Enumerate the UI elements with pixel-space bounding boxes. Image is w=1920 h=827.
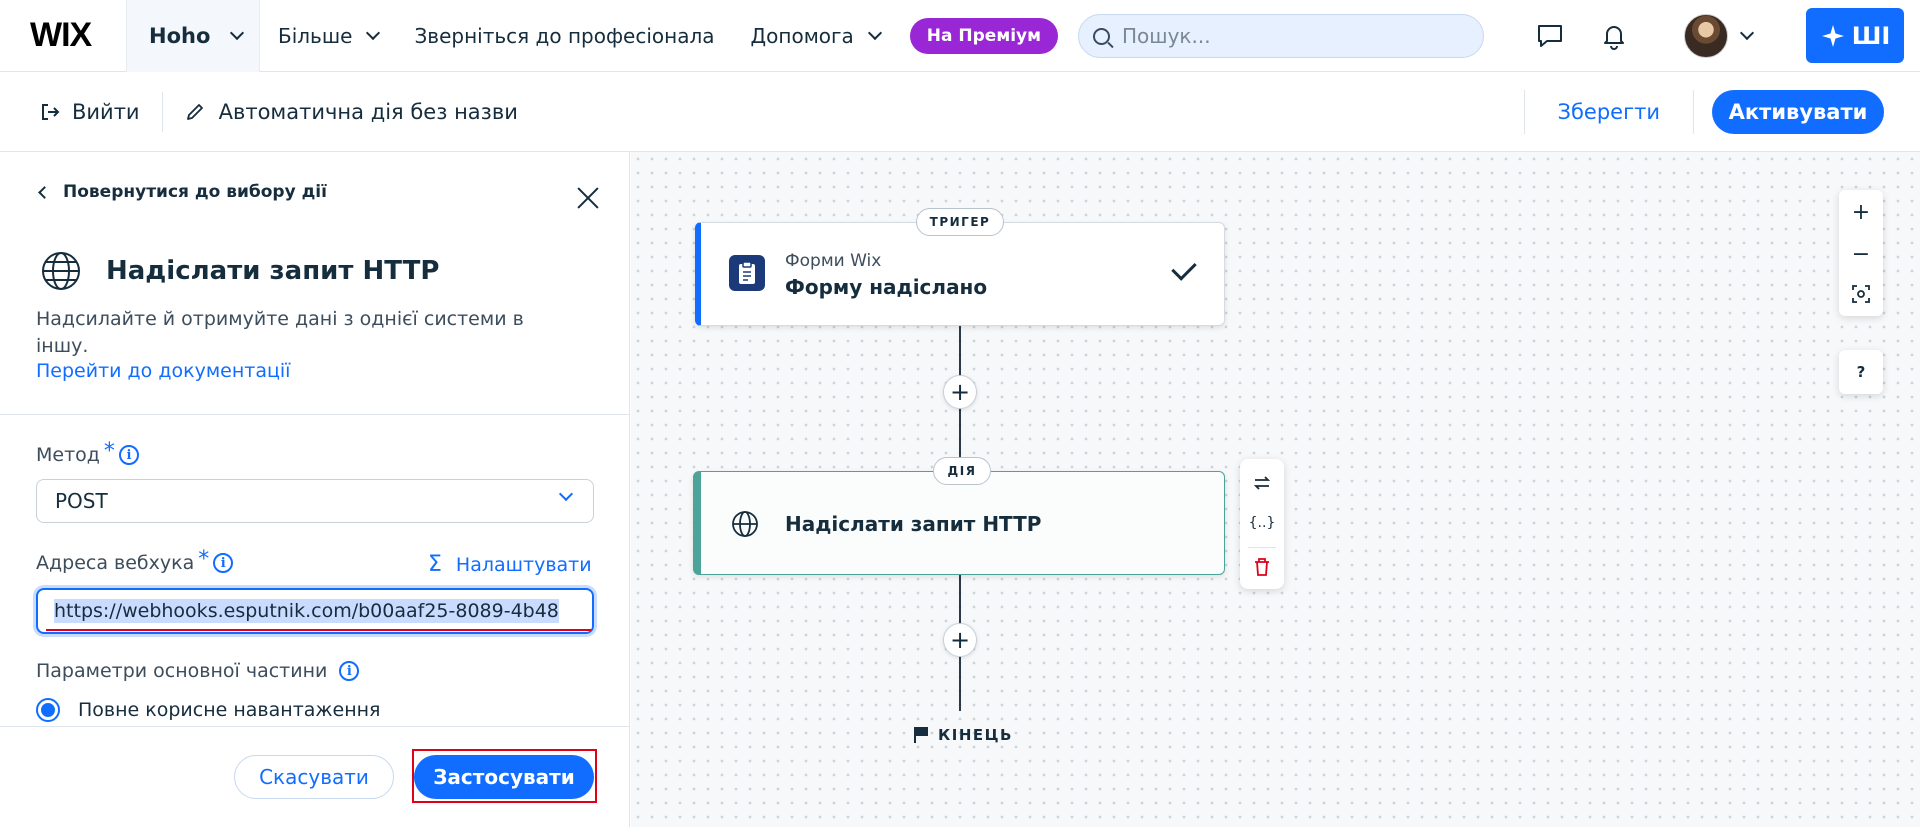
automation-title-text: Автоматична дія без назви [218,99,518,124]
trigger-badge: ТРИГЕР [916,208,1004,236]
customize-link[interactable]: Σ Налаштувати [428,552,592,577]
method-label-text: Метод [36,444,100,466]
exit-label: Вийти [72,99,140,124]
globe-icon [42,252,80,290]
chevron-down-icon [230,25,245,40]
zoom-controls: + − [1839,190,1883,316]
back-to-actions-link[interactable]: Повернутися до вибору дії [38,182,327,202]
webhook-label-text: Адреса вебхука [36,552,195,574]
webhook-label: Адреса вебхука * i [36,547,234,574]
avatar[interactable] [1684,14,1728,58]
trigger-title: Форму надіслано [785,275,988,299]
required-asterisk: * [198,546,210,572]
action-badge: ДІЯ [933,457,991,485]
footer-divider [0,726,630,727]
radio-selected[interactable] [36,698,60,722]
chevron-down-icon [558,486,574,502]
body-params-label: Параметри основної частини i [36,660,360,682]
method-select[interactable]: POST [36,479,594,523]
flag-icon [914,727,928,743]
pencil-icon [186,103,203,120]
documentation-link[interactable]: Перейти до документації [36,360,290,382]
sigma-icon: Σ [428,552,442,577]
site-selector[interactable]: Hoho [126,0,260,72]
automation-title[interactable]: Автоматична дія без назви [185,100,518,124]
bell-icon[interactable] [1598,20,1630,52]
top-bar: WIX Hoho Більше Зверніться до професіона… [0,0,1920,72]
globe-icon [732,511,758,537]
activate-button[interactable]: Активувати [1712,90,1884,134]
annotation-highlight-box [412,749,597,803]
method-value: POST [55,489,108,513]
site-name: Hoho [149,23,211,48]
info-icon[interactable]: i [339,661,360,681]
action-header: Надіслати запит HTTP [40,250,439,292]
chat-icon[interactable] [1534,20,1566,52]
annotation-underline [46,629,591,631]
action-settings-panel: Повернутися до вибору дії Надіслати запи… [0,152,630,827]
chevron-down-icon[interactable] [1739,25,1755,41]
nav-help[interactable]: Допомога [750,0,882,72]
automation-toolbar: Вийти Автоматична дія без назви Зберегти… [0,72,1920,152]
add-step-button[interactable]: + [943,623,977,657]
trigger-app-name: Форми Wix [785,251,882,271]
customize-label: Налаштувати [455,553,592,576]
body-params-label-text: Параметри основної частини [36,660,328,682]
action-title: Надіслати запит HTTP [106,256,440,286]
trigger-card[interactable]: Форми Wix Форму надіслано [695,222,1225,326]
chevron-left-icon [38,185,51,199]
trash-icon[interactable] [1240,547,1284,587]
exit-icon [42,103,60,120]
cancel-button[interactable]: Скасувати [234,755,394,799]
required-asterisk: * [103,438,115,464]
nav-help-label: Допомога [750,23,854,48]
end-label: КІНЕЦЬ [938,726,1013,744]
variables-icon[interactable]: {..} [1240,503,1284,543]
back-label: Повернутися до вибору дії [63,182,327,202]
method-label: Метод * i [36,439,139,466]
checkmark-icon [1171,255,1197,281]
save-button[interactable]: Зберегти [1523,90,1694,134]
swap-icon[interactable] [1240,463,1284,503]
nav-hire-professional-label: Зверніться до професіонала [414,23,715,48]
nav-hire-professional[interactable]: Зверніться до професіонала [414,0,714,72]
zoom-out-button[interactable]: − [1839,234,1883,274]
info-icon[interactable]: i [118,445,139,465]
search-icon [1093,27,1110,45]
wix-logo[interactable]: WIX [0,0,126,72]
help-button[interactable]: ? [1839,350,1883,394]
search-input[interactable] [1122,24,1462,48]
ai-assistant-button[interactable]: ШІ [1806,8,1904,63]
nav-more-label: Більше [278,23,353,48]
action-description: Надсилайте й отримуйте дані з однієї сис… [36,308,524,357]
action-tools: {..} [1240,459,1284,589]
forms-icon [729,255,765,291]
panel-divider [0,414,630,415]
chevron-down-icon [366,25,381,40]
toolbar-actions: Зберегти Активувати [1523,72,1920,152]
info-icon[interactable]: i [213,553,234,573]
close-icon[interactable] [576,186,600,210]
fit-to-screen-icon[interactable] [1839,274,1883,314]
chevron-down-icon [867,25,882,40]
exit-button[interactable]: Вийти [40,100,140,124]
ai-assistant-label: ШІ [1851,21,1891,50]
toolbar-divider [161,91,163,132]
automation-canvas[interactable]: Форми Wix Форму надіслано ТРИГЕР + Надіс… [631,152,1920,827]
full-payload-option[interactable]: Повне корисне навантаження [36,698,381,722]
full-payload-label: Повне корисне навантаження [78,699,381,721]
search-bar[interactable] [1078,14,1484,58]
webhook-url-value: https://webhooks.esputnik.com/b00aaf25-8… [54,599,559,623]
sparkle-icon [1821,24,1844,47]
add-step-button[interactable]: + [943,375,977,409]
upgrade-premium-button[interactable]: На Преміум [909,17,1059,54]
nav-more[interactable]: Більше [278,0,381,72]
webhook-url-input[interactable]: https://webhooks.esputnik.com/b00aaf25-8… [36,588,594,634]
zoom-in-button[interactable]: + [1839,192,1883,232]
action-card-title: Надіслати запит HTTP [785,512,1042,536]
end-marker: КІНЕЦЬ [914,726,1013,744]
action-card[interactable]: Надіслати запит HTTP [693,471,1225,575]
